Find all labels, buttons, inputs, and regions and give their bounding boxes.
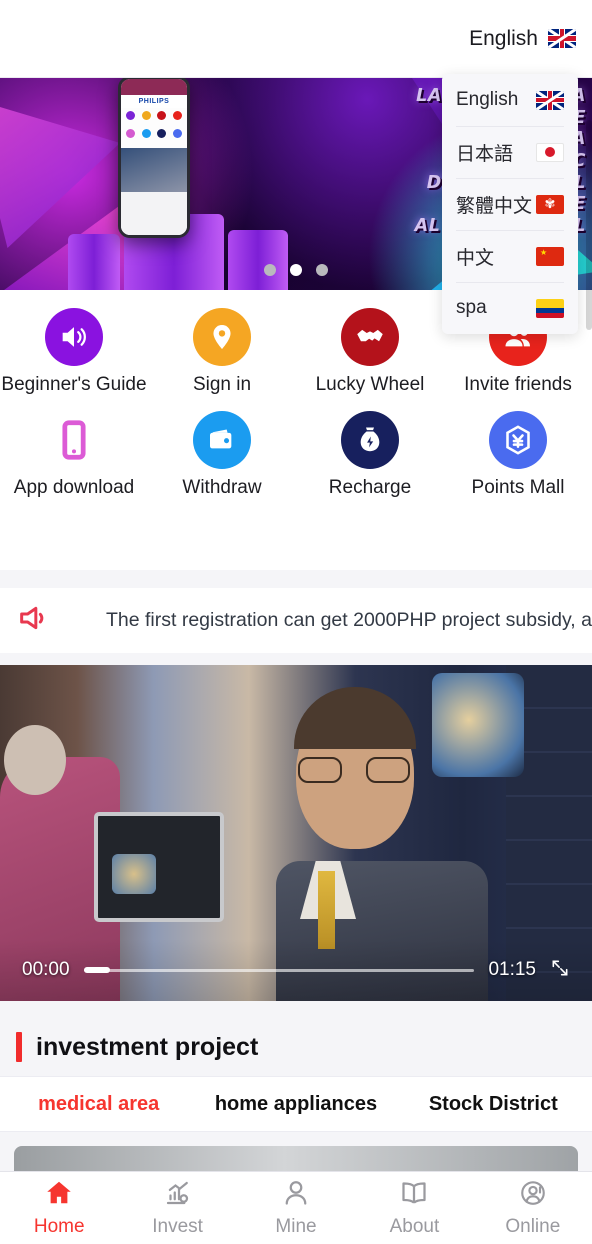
tab-home-appliances[interactable]: home appliances <box>197 1093 394 1116</box>
quick-action-points-mall[interactable]: Points Mall <box>444 411 592 498</box>
page-scrollbar[interactable] <box>586 0 592 1244</box>
investment-section-header: investment project <box>0 1018 592 1076</box>
money-bag-bolt-icon <box>341 411 399 470</box>
notice-text: The first registration can get 2000PHP p… <box>106 609 592 631</box>
quick-action-label: Lucky Wheel <box>315 374 425 395</box>
handshake-icon <box>341 308 399 366</box>
page-title: investment project <box>36 1032 259 1061</box>
video-current-time: 00:00 <box>22 959 70 980</box>
megaphone-icon <box>16 601 50 640</box>
yen-hexagon-icon <box>489 411 547 470</box>
nav-label: Mine <box>275 1216 317 1237</box>
nav-label: Invest <box>152 1216 203 1237</box>
hongkong-flag-icon <box>536 194 564 214</box>
quick-action-label: Beginner's Guide <box>1 374 147 395</box>
home-icon <box>44 1178 74 1213</box>
language-option-chinese[interactable]: 中文 <box>442 230 578 282</box>
carousel-dots[interactable] <box>264 264 328 276</box>
quick-actions-row-2: App download Withdraw Recharge Points Ma… <box>0 411 592 498</box>
wallet-icon <box>193 411 251 470</box>
video-controls[interactable]: 00:00 01:15 <box>0 939 592 1001</box>
language-option-traditional-chinese[interactable]: 繁體中文 <box>442 178 578 230</box>
quick-action-label: Sign in <box>192 374 252 395</box>
language-option-label: 日本語 <box>456 143 514 165</box>
language-option-label: spa <box>456 297 487 318</box>
tab-medical-area[interactable]: medical area <box>0 1093 197 1116</box>
nav-label: Online <box>505 1216 561 1237</box>
quick-action-sign-in[interactable]: Sign in <box>148 308 296 395</box>
language-option-label: English <box>456 89 519 110</box>
language-option-label: 繁體中文 <box>456 195 533 217</box>
carousel-dot-active[interactable] <box>290 264 302 276</box>
language-option-japanese[interactable]: 日本語 <box>442 126 578 178</box>
quick-action-label: Invite friends <box>464 374 572 395</box>
language-selector[interactable]: English <box>469 27 576 51</box>
quick-action-recharge[interactable]: Recharge <box>296 411 444 498</box>
investment-category-tabs: medical area home appliances Stock Distr… <box>0 1076 592 1132</box>
video-player[interactable]: 00:00 01:15 <box>0 665 592 1001</box>
scrollbar-thumb[interactable] <box>586 120 592 330</box>
nav-item-home[interactable]: Home <box>0 1172 118 1244</box>
expand-icon[interactable] <box>550 958 570 983</box>
video-progress-bar[interactable] <box>83 967 475 973</box>
nav-item-online[interactable]: Online <box>474 1172 592 1244</box>
language-option-label: 中文 <box>456 247 495 269</box>
china-flag-icon <box>536 246 564 266</box>
nav-item-invest[interactable]: Invest <box>118 1172 236 1244</box>
video-duration: 01:15 <box>488 959 536 980</box>
language-selector-label: English <box>469 26 538 50</box>
carousel-dot[interactable] <box>264 264 276 276</box>
nav-label: About <box>389 1216 440 1237</box>
japan-flag-icon <box>536 142 564 162</box>
mobile-app-page: English PHILIPS LA PLATAFORMA TA <box>0 0 592 1244</box>
bottom-navigation-bar: Home Invest Mine About Online <box>0 1171 592 1244</box>
carousel-dot[interactable] <box>316 264 328 276</box>
banner-podium-decoration <box>58 200 348 290</box>
quick-action-app-download[interactable]: App download <box>0 411 148 498</box>
quick-action-label: App download <box>13 477 135 499</box>
quick-action-label: Recharge <box>328 477 412 499</box>
section-accent-bar <box>16 1032 22 1062</box>
tab-stock-district[interactable]: Stock District <box>395 1093 592 1116</box>
language-option-english[interactable]: English <box>442 74 578 126</box>
notice-marquee-bar[interactable]: The first registration can get 2000PHP p… <box>0 588 592 653</box>
headset-support-icon <box>518 1178 548 1213</box>
quick-action-lucky-wheel[interactable]: Lucky Wheel <box>296 308 444 395</box>
map-pin-icon <box>193 308 251 366</box>
book-icon <box>399 1178 429 1213</box>
quick-action-label: Withdraw <box>182 477 262 499</box>
video-progress-knob[interactable] <box>83 967 110 973</box>
nav-item-mine[interactable]: Mine <box>237 1172 355 1244</box>
quick-action-withdraw[interactable]: Withdraw <box>148 411 296 498</box>
page-header: English <box>0 0 592 78</box>
language-dropdown-menu[interactable]: English 日本語 繁體中文 中文 spa <box>442 74 578 334</box>
uk-flag-icon <box>548 29 576 48</box>
banner-phone-mockup: PHILIPS <box>118 78 190 238</box>
quick-action-label: Points Mall <box>471 477 565 499</box>
language-option-spanish[interactable]: spa <box>442 282 578 334</box>
quick-action-beginners-guide[interactable]: Beginner's Guide <box>0 308 148 395</box>
nav-item-about[interactable]: About <box>355 1172 473 1244</box>
speaker-icon <box>45 308 103 366</box>
mobile-phone-icon <box>45 411 103 469</box>
chart-bar-icon <box>163 1178 193 1213</box>
uk-flag-icon <box>536 90 564 110</box>
nav-label: Home <box>33 1216 85 1237</box>
colombia-flag-icon <box>536 298 564 318</box>
person-icon <box>281 1178 311 1213</box>
